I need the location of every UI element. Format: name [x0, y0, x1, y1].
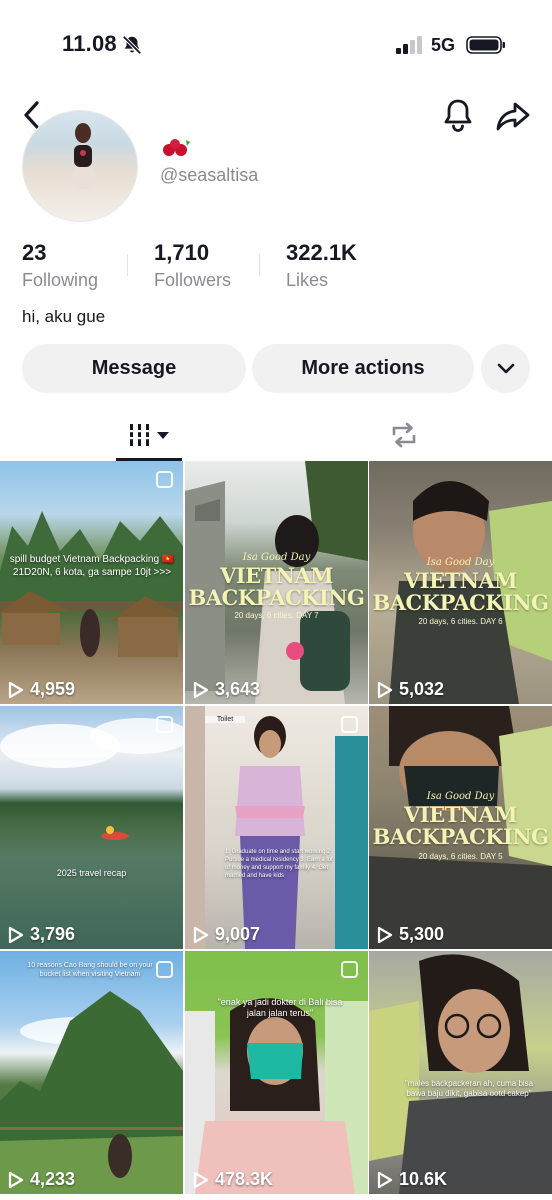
bell-slash-icon: [122, 35, 142, 55]
stat-divider: [259, 254, 260, 276]
more-actions-button[interactable]: More actions: [252, 344, 474, 393]
video-tile[interactable]: Isa Good Day VIETNAM BACKPACKING 20 days…: [369, 706, 552, 949]
likes-label: Likes: [286, 270, 329, 290]
cherry-emoji-icon: [163, 139, 190, 156]
view-count: 4,233: [8, 1169, 75, 1190]
followers-count: 1,710: [154, 240, 210, 265]
play-icon: [8, 926, 24, 943]
select-checkbox[interactable]: [156, 471, 173, 488]
username: @seasaltisa: [160, 165, 259, 185]
video-tile[interactable]: Toilet 1. Graduate on time and start wor…: [185, 706, 368, 949]
stat-followers[interactable]: 1,710 Followers: [154, 240, 231, 291]
play-icon: [193, 926, 209, 943]
doctor-graphic: [185, 998, 368, 1194]
video-grid-icon: [127, 424, 169, 446]
followers-label: Followers: [154, 270, 232, 290]
view-count: 3,643: [193, 679, 260, 700]
video-caption: "enak ya jadi dokter di Bali bisa jalan …: [217, 997, 343, 1018]
view-count: 3,796: [8, 924, 75, 945]
tab-videos[interactable]: [116, 410, 182, 460]
share-icon[interactable]: [494, 98, 532, 134]
view-count-text: 10.6K: [399, 1169, 448, 1189]
view-count: 9,007: [193, 924, 260, 945]
play-icon: [8, 1171, 24, 1188]
video-caption: 1. Graduate on time and start working 2.…: [225, 849, 333, 879]
cao-bang-graphic: [0, 991, 183, 1194]
video-subtitle: 20 days, 6 cities. DAY 6: [418, 617, 503, 626]
following-count: 23: [22, 240, 47, 265]
select-checkbox[interactable]: [341, 961, 358, 978]
avatar[interactable]: [22, 110, 138, 222]
video-caption: spill budget Vietnam Backpacking 🇻🇳 21D2…: [9, 554, 175, 578]
video-tile[interactable]: 2025 travel recap 3,796: [0, 706, 183, 949]
play-icon: [8, 681, 24, 698]
following-label: Following: [22, 270, 99, 290]
view-count: 5,032: [377, 679, 444, 700]
video-title-top: Isa Good Day: [426, 557, 495, 568]
network-type: 5G: [431, 35, 456, 55]
avatar-person: [73, 123, 95, 189]
status-time: 11.08: [62, 31, 117, 56]
view-count: 5,300: [377, 924, 444, 945]
profile-stats: 23 Following 1,710 Followers 322.1K Like…: [0, 240, 552, 292]
lake-graphic: [0, 718, 183, 840]
play-icon: [193, 681, 209, 698]
play-icon: [377, 1171, 393, 1188]
view-count: 478.3K: [193, 1169, 273, 1190]
play-icon: [377, 926, 393, 943]
battery-icon: [466, 36, 505, 54]
video-title: VIETNAM BACKPACKING: [372, 568, 549, 615]
video-caption: 10 reasons Cao Bang should be on your bu…: [27, 962, 153, 978]
video-tile[interactable]: "enak ya jadi dokter di Bali bisa jalan …: [185, 951, 368, 1194]
video-title-top: Isa Good Day: [242, 552, 311, 563]
video-tile[interactable]: "males backpackeran ah, cuma bisa bawa b…: [369, 951, 552, 1194]
video-subtitle: 20 days, 6 cities. DAY 7: [234, 611, 319, 620]
view-count-text: 3,643: [215, 679, 261, 699]
status-bar: 11.08 5G: [0, 0, 552, 90]
video-title: VIETNAM BACKPACKING: [372, 802, 549, 849]
video-title-top: Isa Good Day: [426, 791, 495, 802]
notification-bell-icon[interactable]: [440, 96, 476, 134]
glasses-girl-graphic: [369, 954, 552, 1194]
video-tile[interactable]: Isa Good Day VIETNAM BACKPACKING 20 days…: [369, 461, 552, 704]
tab-reposts[interactable]: [384, 410, 424, 460]
stat-likes[interactable]: 322.1K Likes: [286, 240, 357, 291]
view-count-text: 3,796: [30, 924, 76, 944]
select-checkbox[interactable]: [341, 716, 358, 733]
view-count: 10.6K: [377, 1169, 447, 1190]
likes-count: 322.1K: [286, 240, 357, 265]
video-tile[interactable]: spill budget Vietnam Backpacking 🇻🇳 21D2…: [0, 461, 183, 704]
kebaya-graphic: [185, 706, 368, 949]
repost-icon: [392, 422, 416, 448]
bio: hi, aku gue: [22, 307, 106, 326]
video-subtitle: 20 days, 6 cities. DAY 5: [418, 852, 503, 861]
play-icon: [193, 1171, 209, 1188]
view-count-text: 4,233: [30, 1169, 76, 1189]
video-tile[interactable]: 10 reasons Cao Bang should be on your bu…: [0, 951, 183, 1194]
chevron-down-icon: [497, 363, 514, 373]
select-checkbox[interactable]: [156, 716, 173, 733]
view-count-text: 5,300: [399, 924, 445, 944]
view-count-text: 478.3K: [215, 1169, 274, 1189]
message-button[interactable]: Message: [22, 344, 246, 393]
video-caption: 2025 travel recap: [56, 868, 127, 878]
view-count-text: 9,007: [215, 924, 261, 944]
view-count-text: 5,032: [399, 679, 445, 699]
stat-divider: [127, 254, 128, 276]
view-count-text: 4,959: [30, 679, 76, 699]
video-tile[interactable]: Isa Good Day VIETNAM BACKPACKING 20 days…: [185, 461, 368, 704]
hut-graphic: [0, 591, 183, 657]
video-caption: "males backpackeran ah, cuma bisa bawa b…: [404, 1079, 534, 1098]
play-icon: [377, 681, 393, 698]
stat-following[interactable]: 23 Following: [22, 240, 98, 291]
video-title: VIETNAM BACKPACKING: [188, 563, 365, 610]
toilet-sign: Toilet: [205, 716, 245, 723]
view-count: 4,959: [8, 679, 75, 700]
signal-icon: [396, 36, 422, 54]
expand-button[interactable]: [481, 344, 530, 393]
